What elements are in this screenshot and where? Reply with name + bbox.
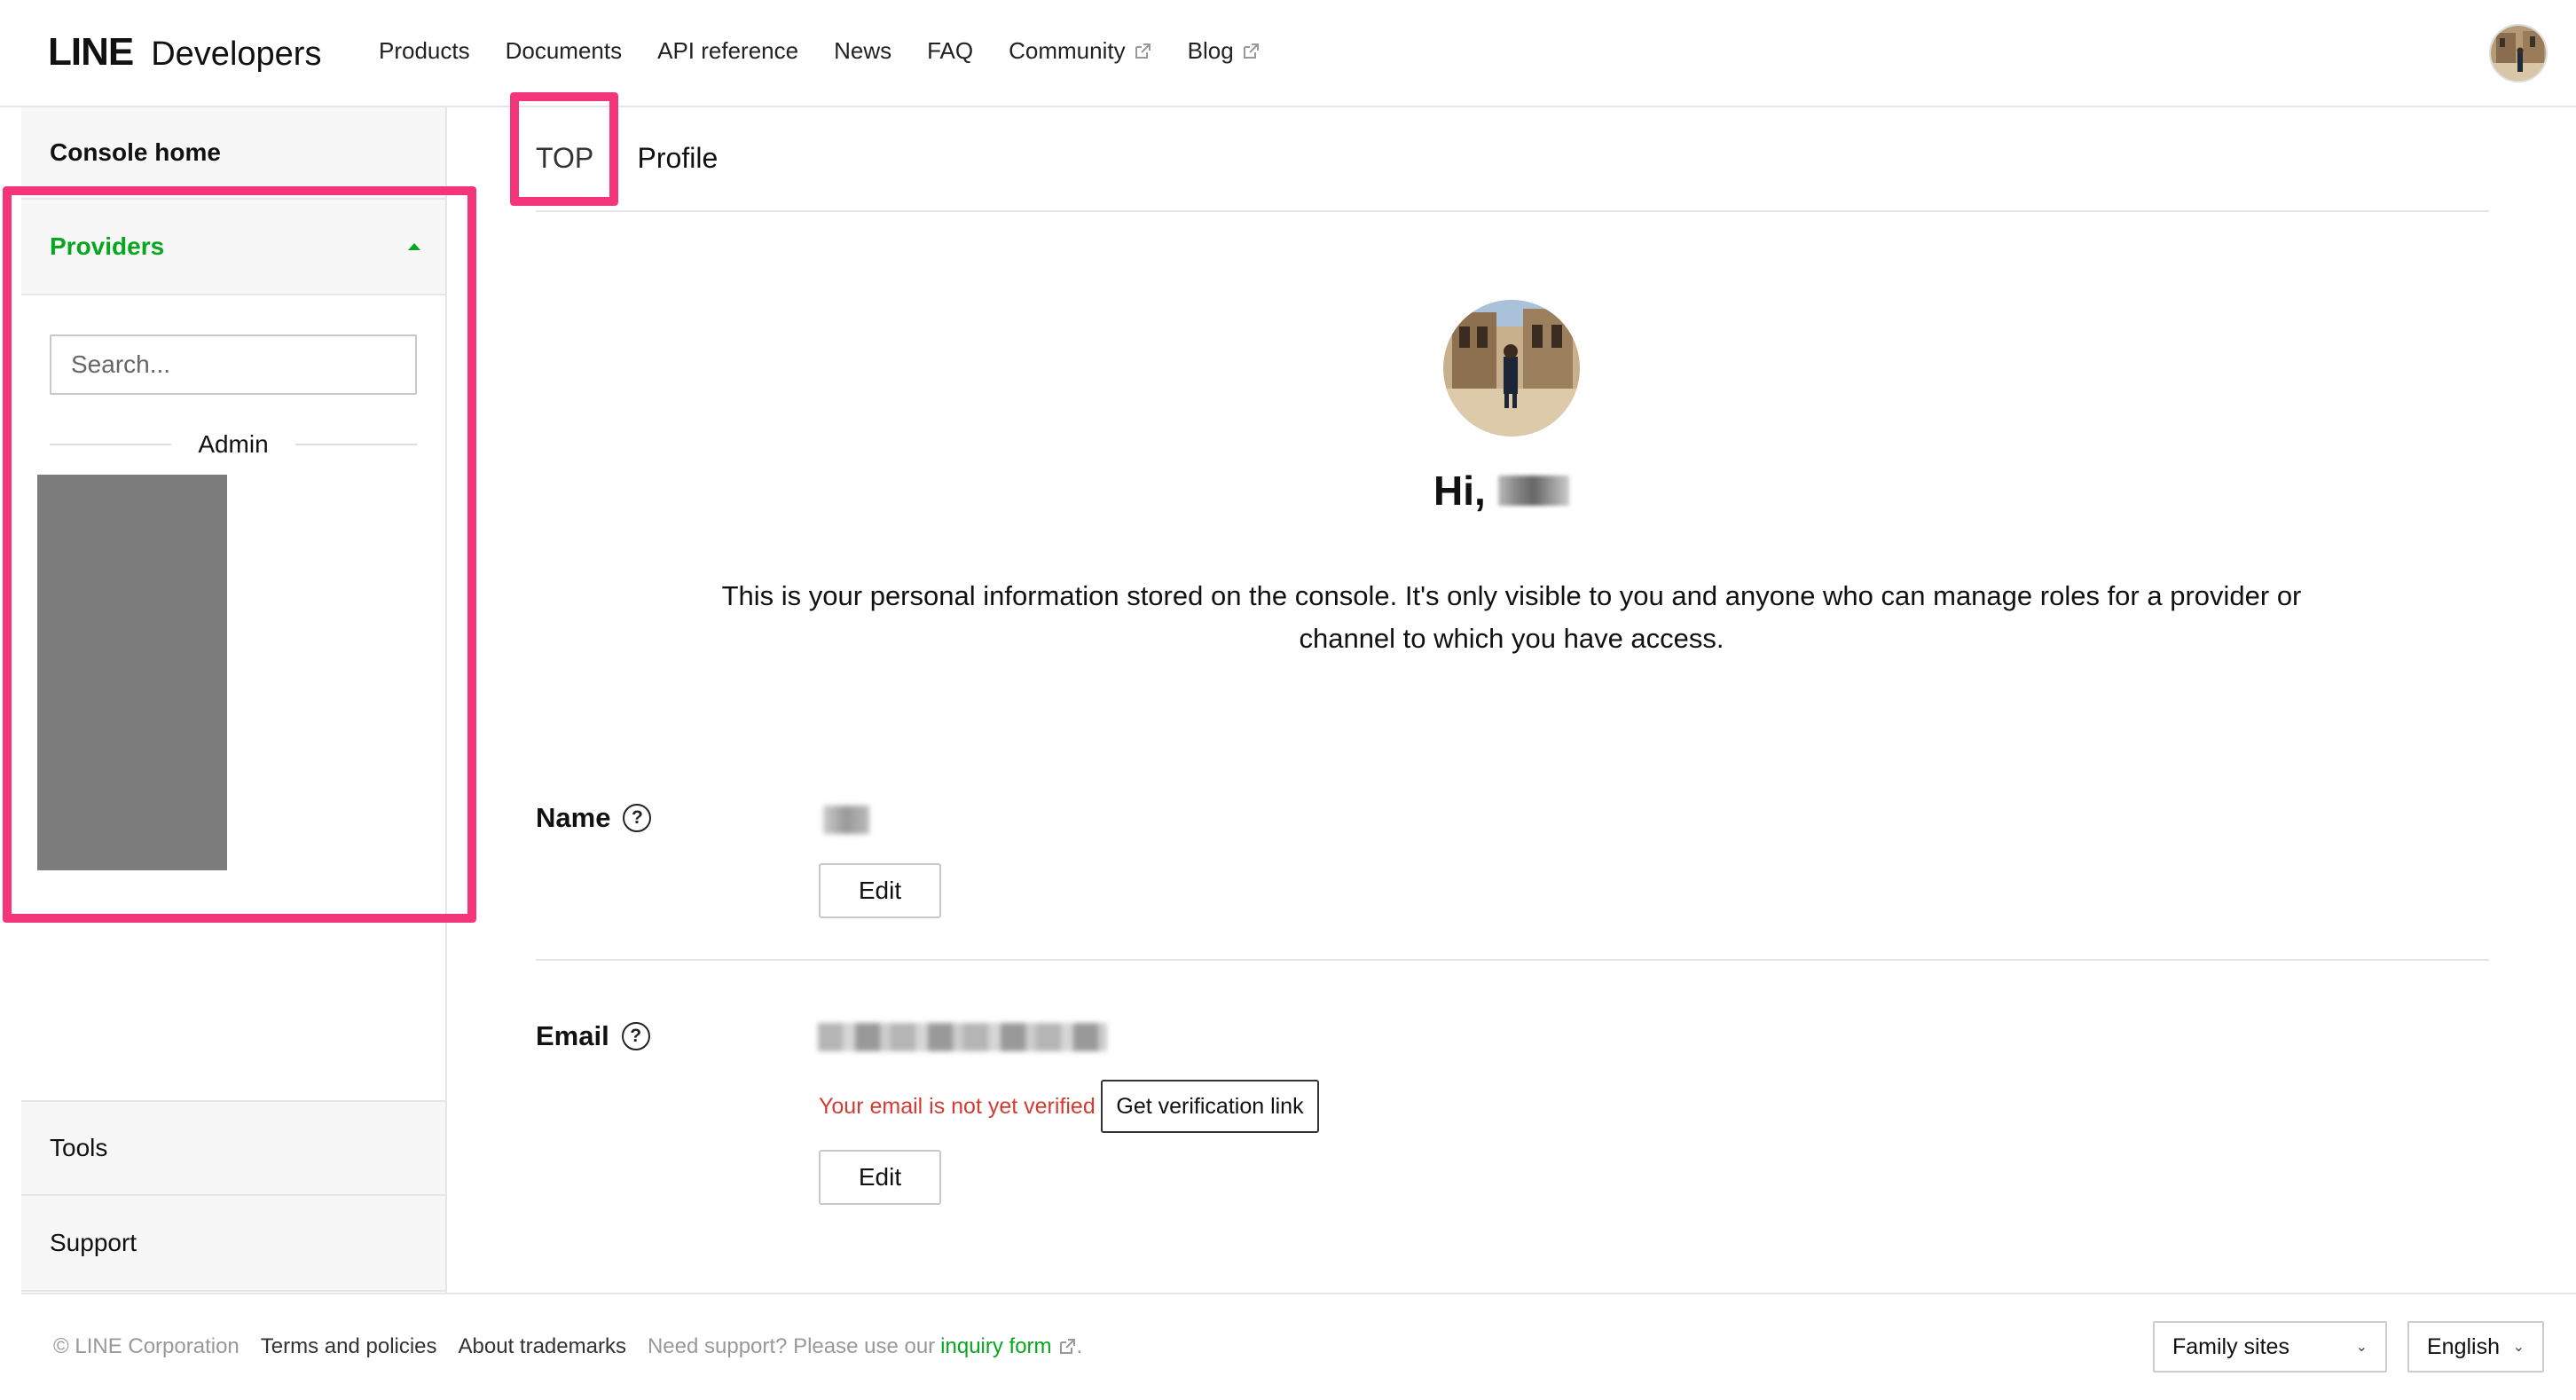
logo-line-text: LINE bbox=[48, 30, 134, 74]
nav-faq[interactable]: FAQ bbox=[927, 37, 973, 65]
email-unverified-warning: Your email is not yet verified bbox=[819, 1094, 1096, 1119]
external-link-icon bbox=[1059, 1339, 1075, 1354]
nav-documents[interactable]: Documents bbox=[506, 37, 623, 65]
nav-label: Community bbox=[1009, 37, 1126, 64]
sidebar-item-label: Support bbox=[50, 1229, 137, 1256]
nav-label: Documents bbox=[505, 37, 623, 64]
breadcrumb-current: Profile bbox=[637, 142, 719, 174]
logo-developers-text: Developers bbox=[151, 35, 322, 73]
edit-email-button[interactable]: Edit bbox=[819, 1150, 941, 1205]
user-avatar-button[interactable] bbox=[2489, 24, 2548, 83]
profile-intro-text: This is your personal information stored… bbox=[721, 580, 2302, 654]
name-field-label: Name ? bbox=[536, 802, 652, 834]
redacted-name-value bbox=[823, 806, 869, 834]
avatar bbox=[2491, 26, 2546, 81]
footer: © LINE Corporation Terms and policies Ab… bbox=[53, 1334, 1082, 1359]
line-developers-logo[interactable]: LINE Developers bbox=[48, 30, 321, 75]
terms-link[interactable]: Terms and policies bbox=[261, 1334, 437, 1359]
footer-divider bbox=[21, 1293, 2576, 1294]
nav-api-reference[interactable]: API reference bbox=[657, 37, 798, 65]
email-field-label: Email ? bbox=[536, 1020, 650, 1052]
redacted-email-value bbox=[818, 1023, 1107, 1051]
nav-label: API reference bbox=[657, 37, 799, 64]
external-link-icon bbox=[1135, 43, 1151, 59]
main-nav: Products Documents API reference News FA… bbox=[379, 37, 1296, 65]
top-header: LINE Developers Products Documents API r… bbox=[0, 0, 2576, 107]
caret-up-icon bbox=[408, 243, 420, 250]
nav-blog[interactable]: Blog bbox=[1188, 37, 1261, 65]
nav-news[interactable]: News bbox=[834, 37, 891, 65]
sidebar-item-label: Providers bbox=[50, 232, 165, 260]
support-text: Need support? Please use our bbox=[647, 1334, 936, 1358]
chevron-down-icon: ⌄ bbox=[2512, 1340, 2525, 1355]
breadcrumb-divider bbox=[536, 210, 2489, 212]
redacted-username bbox=[1497, 476, 1569, 506]
sidebar-item-providers[interactable]: Providers bbox=[21, 200, 445, 295]
external-link-icon bbox=[1243, 43, 1259, 59]
sidebar-item-tools[interactable]: Tools bbox=[21, 1100, 445, 1196]
trademarks-link[interactable]: About trademarks bbox=[459, 1334, 626, 1359]
sidebar-item-label: Console home bbox=[50, 138, 221, 166]
breadcrumb-top-link[interactable]: TOP bbox=[536, 142, 593, 175]
copyright-text: © LINE Corporation bbox=[53, 1334, 240, 1358]
footer-period: . bbox=[1076, 1334, 1083, 1358]
nav-community[interactable]: Community bbox=[1009, 37, 1151, 65]
nav-label: News bbox=[834, 37, 892, 64]
inquiry-label: inquiry form bbox=[940, 1334, 1052, 1358]
breadcrumb-separator: › bbox=[611, 146, 618, 169]
email-label-text: Email bbox=[536, 1020, 609, 1051]
admin-section-divider: Admin bbox=[50, 430, 417, 459]
profile-greeting: Hi, bbox=[1433, 467, 1569, 515]
get-verification-link-button[interactable]: Get verification link bbox=[1101, 1080, 1319, 1133]
nav-label: Blog bbox=[1187, 37, 1234, 64]
sidebar-item-support[interactable]: Support bbox=[21, 1196, 445, 1292]
nav-products[interactable]: Products bbox=[379, 37, 470, 65]
redacted-provider-list bbox=[37, 475, 227, 870]
family-sites-label: Family sites bbox=[2172, 1333, 2289, 1359]
breadcrumb: TOP › Profile bbox=[536, 142, 718, 175]
inquiry-form-link[interactable]: inquiry form bbox=[940, 1334, 1076, 1359]
name-label-text: Name bbox=[536, 802, 611, 833]
help-icon[interactable]: ? bbox=[623, 804, 652, 832]
family-sites-select[interactable]: Family sites ⌄ bbox=[2153, 1321, 2387, 1372]
avatar bbox=[1443, 300, 1580, 437]
language-select[interactable]: English ⌄ bbox=[2407, 1321, 2544, 1372]
profile-avatar bbox=[1443, 300, 1580, 437]
help-icon[interactable]: ? bbox=[621, 1022, 650, 1050]
sidebar: Console home Providers Admin Tools Suppo… bbox=[21, 107, 447, 1293]
divider-line bbox=[50, 444, 172, 445]
edit-name-button[interactable]: Edit bbox=[819, 863, 941, 918]
provider-search-input[interactable] bbox=[50, 334, 417, 395]
language-label: English bbox=[2427, 1333, 2500, 1359]
admin-section-label: Admin bbox=[198, 430, 269, 458]
sidebar-item-console-home[interactable]: Console home bbox=[21, 107, 445, 200]
sidebar-item-label: Tools bbox=[50, 1134, 108, 1161]
nav-label: FAQ bbox=[927, 37, 974, 64]
nav-label: Products bbox=[379, 37, 470, 64]
chevron-down-icon: ⌄ bbox=[2355, 1340, 2368, 1355]
field-divider bbox=[536, 959, 2489, 961]
divider-line bbox=[295, 444, 417, 445]
greeting-text: Hi, bbox=[1433, 468, 1486, 514]
